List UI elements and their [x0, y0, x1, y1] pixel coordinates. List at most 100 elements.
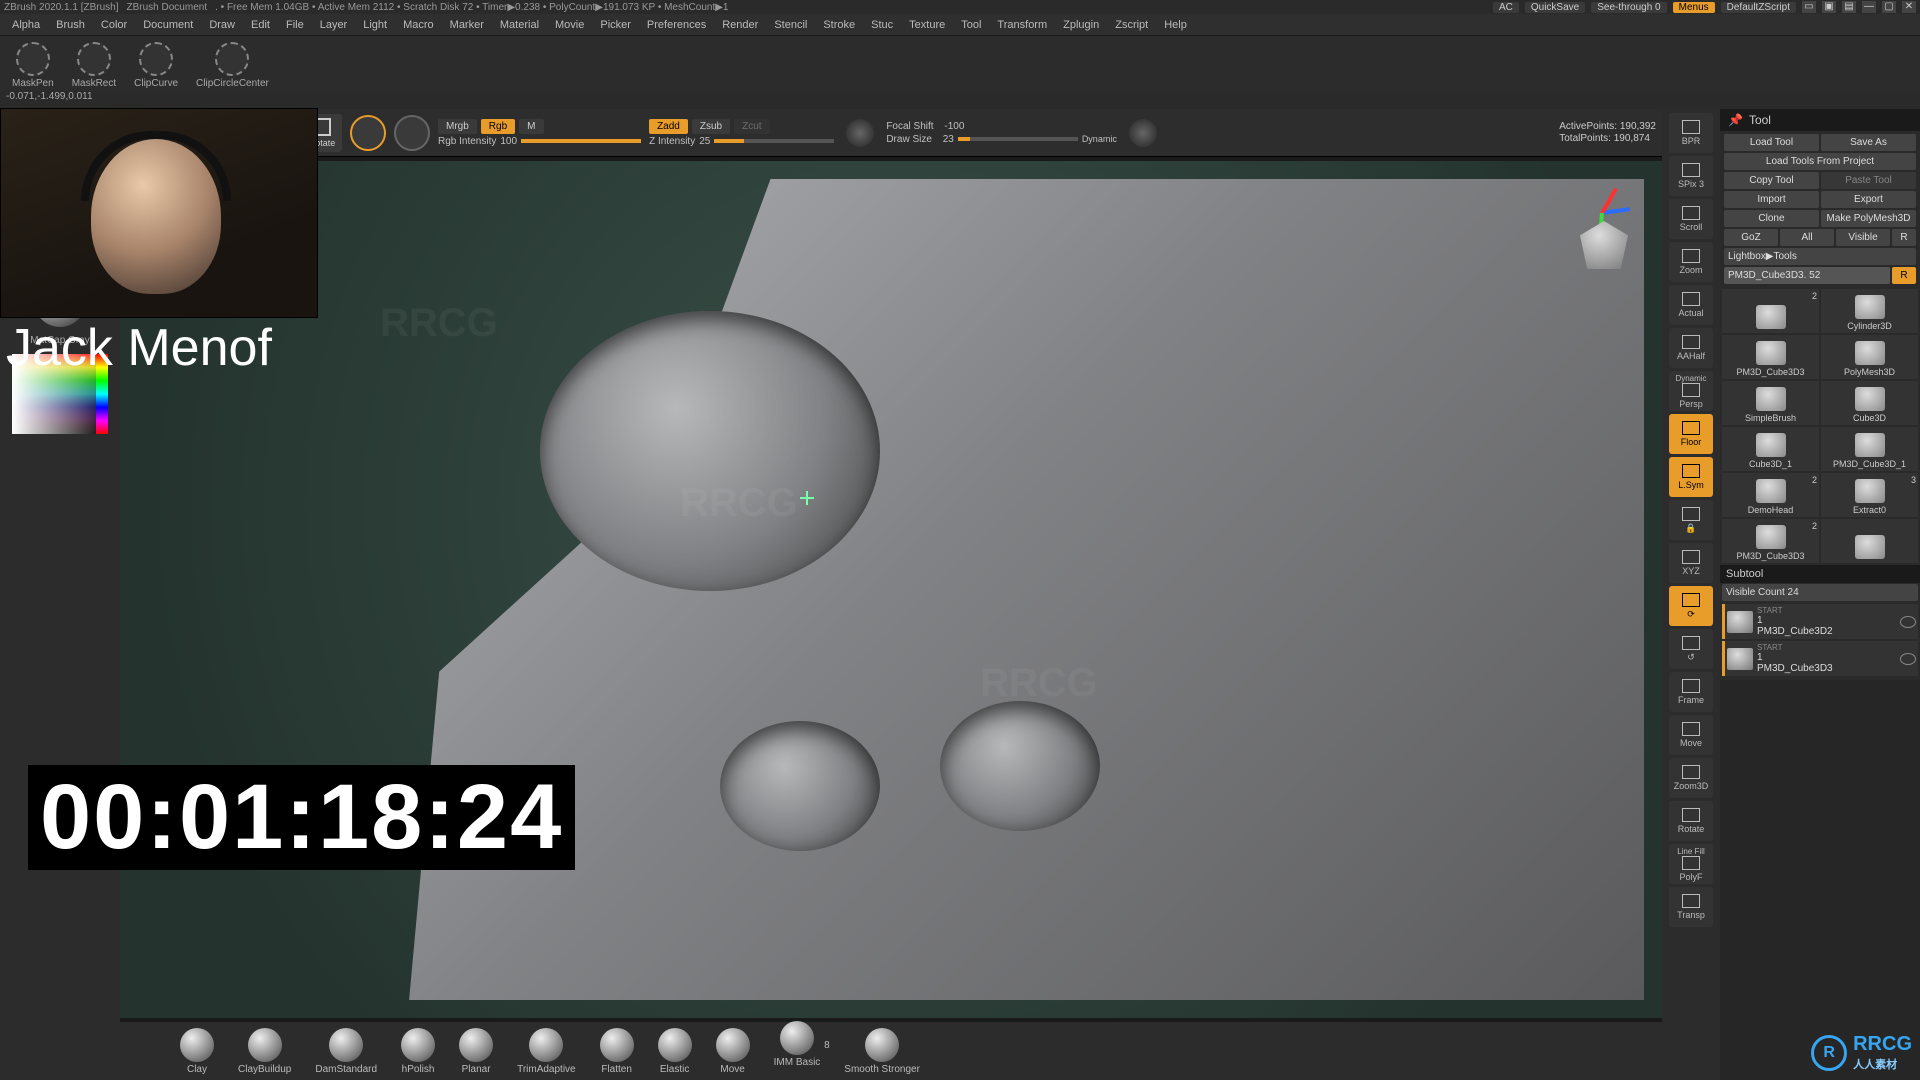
rshelf-floor[interactable]: Floor — [1669, 414, 1713, 454]
brush-move[interactable]: Move — [716, 1028, 750, 1075]
maximize-icon[interactable]: ▢ — [1882, 1, 1896, 13]
goz-visible-button[interactable]: Visible — [1836, 229, 1890, 246]
menu-transform[interactable]: Transform — [989, 17, 1055, 33]
clone-button[interactable]: Clone — [1724, 210, 1819, 227]
eye-icon[interactable] — [1900, 616, 1916, 628]
draw-size-slider[interactable] — [958, 137, 1078, 141]
rshelf-rotate[interactable]: Rotate — [1669, 801, 1713, 841]
zsub-button[interactable]: Zsub — [692, 119, 730, 134]
menu-tool[interactable]: Tool — [953, 17, 989, 33]
tool-slot[interactable]: 2PM3D_Cube3D3 — [1722, 519, 1819, 563]
rshelf-persp[interactable]: DynamicPersp — [1669, 371, 1713, 411]
dynamic-toggle[interactable]: Dynamic — [1082, 134, 1117, 144]
rshelf-polyf[interactable]: Line FillPolyF — [1669, 844, 1713, 884]
rshelf-zoom[interactable]: Zoom — [1669, 242, 1713, 282]
menu-render[interactable]: Render — [714, 17, 766, 33]
menus-toggle[interactable]: Menus — [1673, 2, 1715, 13]
focal-icon[interactable] — [846, 119, 874, 147]
export-button[interactable]: Export — [1821, 191, 1916, 208]
z-intensity-slider[interactable] — [714, 139, 834, 143]
pin-icon[interactable]: 📌 — [1728, 113, 1743, 127]
brush-smooth-stronger[interactable]: Smooth Stronger — [844, 1028, 920, 1075]
subtool-row[interactable]: START1PM3D_Cube3D2 — [1722, 604, 1918, 639]
brush-claybuildup[interactable]: ClayBuildup — [238, 1028, 291, 1075]
minimize-icon[interactable]: — — [1862, 1, 1876, 13]
seethrough-control[interactable]: See-through 0 — [1591, 2, 1666, 13]
lightbox-tools-button[interactable]: Lightbox▶Tools — [1724, 248, 1916, 265]
visible-count[interactable]: Visible Count 24 — [1722, 584, 1918, 601]
menu-material[interactable]: Material — [492, 17, 547, 33]
rshelf-actual[interactable]: Actual — [1669, 285, 1713, 325]
rshelf-xyz[interactable]: XYZ — [1669, 543, 1713, 583]
window-icon[interactable]: ▭ — [1802, 1, 1816, 13]
close-icon[interactable]: ✕ — [1902, 1, 1916, 13]
menu-alpha[interactable]: Alpha — [4, 17, 48, 33]
zcut-button[interactable]: Zcut — [734, 119, 769, 134]
brush-hpolish[interactable]: hPolish — [401, 1028, 435, 1075]
menu-stroke[interactable]: Stroke — [815, 17, 863, 33]
load-tools-project-button[interactable]: Load Tools From Project — [1724, 153, 1916, 170]
gyro-button[interactable] — [350, 115, 386, 151]
menu-macro[interactable]: Macro — [395, 17, 442, 33]
tool-r-button[interactable]: R — [1892, 267, 1916, 284]
tool-slot[interactable]: PM3D_Cube3D_1 — [1821, 427, 1918, 471]
shelf-clipcurve[interactable]: ClipCurve — [134, 42, 178, 89]
brush-dot-icon[interactable] — [1129, 119, 1157, 147]
brush-clay[interactable]: Clay — [180, 1028, 214, 1075]
rshelf-frame[interactable]: Frame — [1669, 672, 1713, 712]
brush-planar[interactable]: Planar — [459, 1028, 493, 1075]
subtool-header[interactable]: Subtool — [1720, 565, 1920, 583]
rshelf-transp[interactable]: Transp — [1669, 887, 1713, 927]
menu-brush[interactable]: Brush — [48, 17, 93, 33]
menu-file[interactable]: File — [278, 17, 312, 33]
window-icon[interactable]: ▤ — [1842, 1, 1856, 13]
sculptris-button[interactable] — [394, 115, 430, 151]
shelf-clipcirclecenter[interactable]: ClipCircleCenter — [196, 42, 269, 89]
menu-draw[interactable]: Draw — [201, 17, 243, 33]
brush-trimadaptive[interactable]: TrimAdaptive — [517, 1028, 576, 1075]
menu-picker[interactable]: Picker — [592, 17, 639, 33]
load-tool-button[interactable]: Load Tool — [1724, 134, 1819, 151]
goz-all-button[interactable]: All — [1780, 229, 1834, 246]
tool-slot[interactable]: PM3D_Cube3D3 — [1722, 335, 1819, 379]
save-as-button[interactable]: Save As — [1821, 134, 1916, 151]
brush-damstandard[interactable]: DamStandard — [315, 1028, 377, 1075]
rshelf-aahalf[interactable]: AAHalf — [1669, 328, 1713, 368]
window-icon[interactable]: ▣ — [1822, 1, 1836, 13]
shelf-maskrect[interactable]: MaskRect — [72, 42, 116, 89]
menu-zscript[interactable]: Zscript — [1107, 17, 1156, 33]
menu-texture[interactable]: Texture — [901, 17, 953, 33]
menu-stencil[interactable]: Stencil — [766, 17, 815, 33]
rgb-button[interactable]: Rgb — [481, 119, 515, 134]
rshelf--[interactable]: ↺ — [1669, 629, 1713, 669]
menu-document[interactable]: Document — [135, 17, 201, 33]
paste-tool-button[interactable]: Paste Tool — [1821, 172, 1916, 189]
rshelf-l-sym[interactable]: L.Sym — [1669, 457, 1713, 497]
tool-slot[interactable]: Cube3D — [1821, 381, 1918, 425]
brush-imm-basic[interactable]: IMM Basic8 — [774, 1021, 821, 1080]
mrgb-button[interactable]: Mrgb — [438, 119, 477, 134]
import-button[interactable]: Import — [1724, 191, 1819, 208]
menu-stuc[interactable]: Stuc — [863, 17, 901, 33]
menu-movie[interactable]: Movie — [547, 17, 592, 33]
tool-slot[interactable]: 3Extract0 — [1821, 473, 1918, 517]
zadd-button[interactable]: Zadd — [649, 119, 688, 134]
rshelf--[interactable]: 🔒 — [1669, 500, 1713, 540]
tool-slot[interactable]: 2DemoHead — [1722, 473, 1819, 517]
subtool-row[interactable]: START1PM3D_Cube3D3 — [1722, 641, 1918, 676]
rshelf--[interactable]: ⟳ — [1669, 586, 1713, 626]
tool-slot[interactable] — [1821, 519, 1918, 563]
current-tool-name[interactable]: PM3D_Cube3D3. 52 — [1724, 267, 1890, 284]
viewport[interactable]: RRCG RRCG RRCG — [120, 161, 1662, 1018]
tool-slot[interactable]: Cylinder3D — [1821, 289, 1918, 333]
menu-zplugin[interactable]: Zplugin — [1055, 17, 1107, 33]
tool-slot[interactable]: SimpleBrush — [1722, 381, 1819, 425]
rshelf-spix-3[interactable]: SPix 3 — [1669, 156, 1713, 196]
brush-flatten[interactable]: Flatten — [600, 1028, 634, 1075]
menu-color[interactable]: Color — [93, 17, 135, 33]
rshelf-scroll[interactable]: Scroll — [1669, 199, 1713, 239]
quicksave-button[interactable]: QuickSave — [1525, 2, 1585, 13]
tool-slot[interactable]: Cube3D_1 — [1722, 427, 1819, 471]
default-zscript[interactable]: DefaultZScript — [1721, 2, 1796, 13]
tool-slot[interactable]: PolyMesh3D — [1821, 335, 1918, 379]
